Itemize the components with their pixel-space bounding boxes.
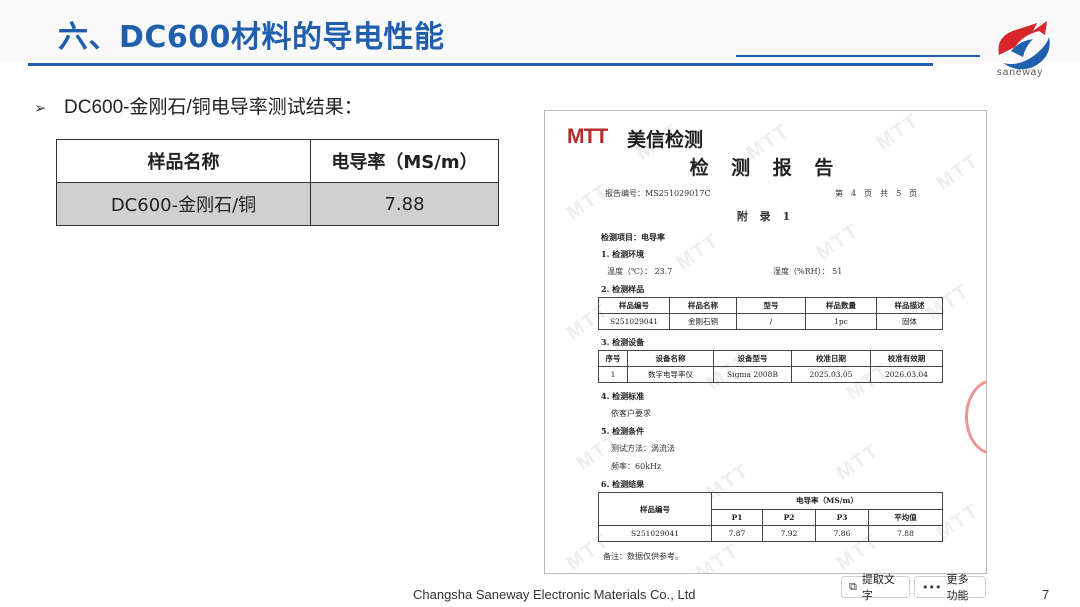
table-cell: 7.87 [711, 525, 763, 542]
table-cell: 7.88 [868, 525, 943, 542]
report-number: 报告编号：MS251029017C [605, 188, 711, 199]
table-header-cell: 平均值 [868, 508, 943, 526]
report-number-value: MS251029017C [645, 189, 711, 198]
table-header-row: 样品编号 样品名称 型号 样品数量 样品描述 [598, 297, 943, 314]
more-dots-icon: ••• [922, 580, 942, 594]
footer-company: Changsha Saneway Electronic Materials Co… [413, 587, 696, 602]
more-features-label: 更多功能 [946, 573, 969, 602]
conductivity-summary-table: 样品名称 电导率（MS/m） DC600-金刚石/铜 7.88 [56, 139, 499, 226]
section-title: 4. 检测标准 [601, 391, 645, 401]
equipment-table: 序号 设备名称 设备型号 校准日期 校准有效期 1 数字电导率仪 Sigma 2… [598, 350, 943, 383]
page-info: 第 4 页 共 5 页 [835, 189, 918, 198]
title-divider-short [736, 55, 980, 57]
table-cell: S251029041 [598, 313, 670, 330]
table-cell: 7.88 [310, 182, 499, 226]
section-title: 3. 检测设备 [601, 337, 645, 347]
extract-text-button[interactable]: ⧉ 提取文字 [841, 573, 910, 602]
table-cell: 金刚石铜 [669, 313, 737, 330]
table-cell: Sigma 2008B [713, 366, 792, 383]
watermark: MTT [832, 439, 884, 485]
table-header-cell: 型号 [736, 297, 806, 314]
frequency-text: 频率：60kHz [611, 462, 662, 471]
bullet-item: ➢ DC600-金刚石/铜电导率测试结果： [34, 96, 363, 121]
text-scan-icon: ⧉ [849, 580, 857, 593]
table-header-cell: 样品名称 [669, 297, 737, 314]
table-cell: 数字电导率仪 [627, 366, 714, 383]
section-title: 1. 检测环境 [601, 249, 645, 259]
more-features-button[interactable]: ••• 更多功能 [914, 573, 986, 602]
test-item: 检测项目：电导率 [601, 232, 665, 242]
table-row: DC600-金刚石/铜 7.88 [56, 182, 499, 226]
red-seal-stamp [965, 379, 986, 455]
appendix-title: 附 录 1 [736, 210, 795, 223]
watermark: MTT [692, 539, 744, 574]
table-header-cell: P2 [762, 508, 816, 526]
table-cell: 固体 [876, 313, 943, 330]
watermark: MTT [812, 219, 864, 265]
table-header-cell: P1 [711, 508, 763, 526]
table-header-cell: 校准日期 [791, 350, 871, 367]
table-cell: / [736, 313, 806, 330]
sample-table: 样品编号 样品名称 型号 样品数量 样品描述 S251029041 金刚石铜 /… [598, 297, 943, 330]
section-title: 6. 检测结果 [601, 479, 645, 489]
test-report-image: MTT MTT MTT MTT MTT MTT MTT MTT MTT MTT … [544, 110, 987, 574]
table-row: 1 数字电导率仪 Sigma 2008B 2025.03.05 2026.03.… [598, 366, 943, 383]
table-header-cell: 样品名称 [56, 139, 311, 183]
slide-title: 六、DC600材料的导电性能 [58, 20, 445, 55]
section-title: 2. 检测样品 [601, 284, 645, 294]
page-number: 7 [1042, 587, 1050, 602]
table-header-cell: 样品描述 [876, 297, 943, 314]
table-header-cell: 样品数量 [805, 297, 877, 314]
table-cell: S251029041 [598, 525, 712, 542]
table-header-cell: P3 [815, 508, 869, 526]
humidity: 湿度（%RH）： 51 [773, 267, 843, 276]
table-cell: 7.92 [762, 525, 816, 542]
temperature: 温度（℃）： 23.7 [607, 267, 673, 276]
table-header-row: 样品编号 电导率（MS/m） [598, 492, 943, 526]
table-row: S251029041 7.87 7.92 7.86 7.88 [598, 525, 943, 542]
result-table: 样品编号 电导率（MS/m） P1 P2 P3 平均值 S251029041 7… [598, 492, 943, 542]
table-header-cell: 电导率（MS/m） [310, 139, 499, 183]
table-cell: 1pc [805, 313, 877, 330]
bullet-text: DC600-金刚石/铜电导率测试结果： [64, 97, 363, 118]
report-company-name: 美信检测 [627, 129, 704, 151]
table-header-cell: 序号 [598, 350, 628, 367]
table-cell: 2025.03.05 [791, 366, 871, 383]
section-title: 5. 检测条件 [601, 426, 645, 436]
report-note: 备注：数据仅供参考。 [603, 552, 683, 561]
extract-text-label: 提取文字 [861, 573, 895, 602]
table-header-row: 序号 设备名称 设备型号 校准日期 校准有效期 [598, 350, 943, 367]
method-text: 测试方法：涡流法 [611, 444, 675, 453]
mtt-logo: MTT [567, 125, 608, 148]
watermark: MTT [672, 229, 724, 275]
table-header-cell: 设备名称 [627, 350, 714, 367]
title-divider [28, 63, 933, 66]
standard-text: 依客户要求 [611, 409, 651, 418]
arrow-bullet-icon: ➢ [34, 100, 47, 117]
report-title: 检 测 报 告 [689, 157, 842, 179]
table-cell: 1 [598, 366, 628, 383]
table-row: S251029041 金刚石铜 / 1pc 固体 [598, 313, 943, 330]
table-header-cell: 样品编号 [598, 297, 670, 314]
table-cell: 2026.03.04 [870, 366, 943, 383]
table-header-cell: 设备型号 [713, 350, 792, 367]
table-header-cell: 校准有效期 [870, 350, 943, 367]
table-cell: 7.86 [815, 525, 869, 542]
report-number-label: 报告编号： [605, 189, 645, 198]
table-header-cell: 样品编号 [598, 492, 712, 526]
watermark: MTT [872, 110, 924, 155]
table-cell: DC600-金刚石/铜 [56, 182, 311, 226]
logo-text: saneway [996, 67, 1044, 78]
table-header-row: 样品名称 电导率（MS/m） [56, 139, 499, 183]
table-header-cell: 电导率（MS/m） [711, 492, 943, 510]
